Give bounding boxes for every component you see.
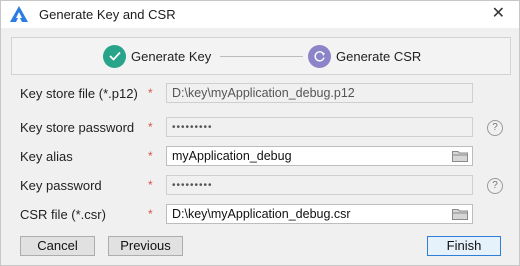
key-alias-field[interactable]: myApplication_debug bbox=[166, 146, 473, 166]
step-generate-key: Generate Key bbox=[103, 44, 211, 68]
finish-button[interactable]: Finish bbox=[427, 236, 501, 256]
key-password-field: ••••••••• bbox=[166, 175, 473, 195]
csr-file-label: CSR file (*.csr) bbox=[20, 207, 106, 222]
required-mark: * bbox=[148, 207, 153, 221]
help-icon[interactable]: ? bbox=[487, 120, 503, 136]
window-title: Generate Key and CSR bbox=[39, 7, 176, 22]
folder-icon[interactable] bbox=[452, 208, 468, 220]
step-label: Generate Key bbox=[131, 48, 212, 64]
folder-icon[interactable] bbox=[452, 150, 468, 162]
required-mark: * bbox=[148, 178, 153, 192]
key-store-file-label: Key store file (*.p12) bbox=[20, 86, 138, 101]
key-store-password-field: ••••••••• bbox=[166, 117, 473, 137]
key-password-label: Key password bbox=[20, 178, 102, 193]
key-store-file-field: D:\key\myApplication_debug.p12 bbox=[166, 83, 473, 103]
close-icon[interactable]: ✕ bbox=[492, 5, 505, 23]
required-mark: * bbox=[148, 149, 153, 163]
generate-key-csr-dialog: Generate Key and CSR ✕ Generate Key Gene… bbox=[0, 0, 520, 266]
step-generate-csr: Generate CSR bbox=[308, 44, 421, 68]
help-icon[interactable]: ? bbox=[487, 178, 503, 194]
csr-file-value: D:\key\myApplication_debug.csr bbox=[172, 207, 351, 221]
step-label: Generate CSR bbox=[336, 48, 422, 64]
required-mark: * bbox=[148, 86, 153, 100]
step-indicator: Generate Key Generate CSR bbox=[11, 37, 511, 75]
check-icon bbox=[103, 44, 126, 68]
cancel-button[interactable]: Cancel bbox=[20, 236, 95, 256]
refresh-icon bbox=[308, 44, 331, 68]
key-store-password-label: Key store password bbox=[20, 120, 135, 135]
title-bar: Generate Key and CSR ✕ bbox=[1, 1, 519, 28]
csr-file-field[interactable]: D:\key\myApplication_debug.csr bbox=[166, 204, 473, 224]
step-connector bbox=[220, 56, 303, 57]
previous-button[interactable]: Previous bbox=[108, 236, 183, 256]
key-alias-value: myApplication_debug bbox=[172, 149, 292, 163]
dialog-body: Generate Key Generate CSR Key store file… bbox=[1, 28, 519, 265]
required-mark: * bbox=[148, 120, 153, 134]
app-logo-icon bbox=[10, 6, 28, 22]
key-alias-label: Key alias bbox=[20, 149, 73, 164]
